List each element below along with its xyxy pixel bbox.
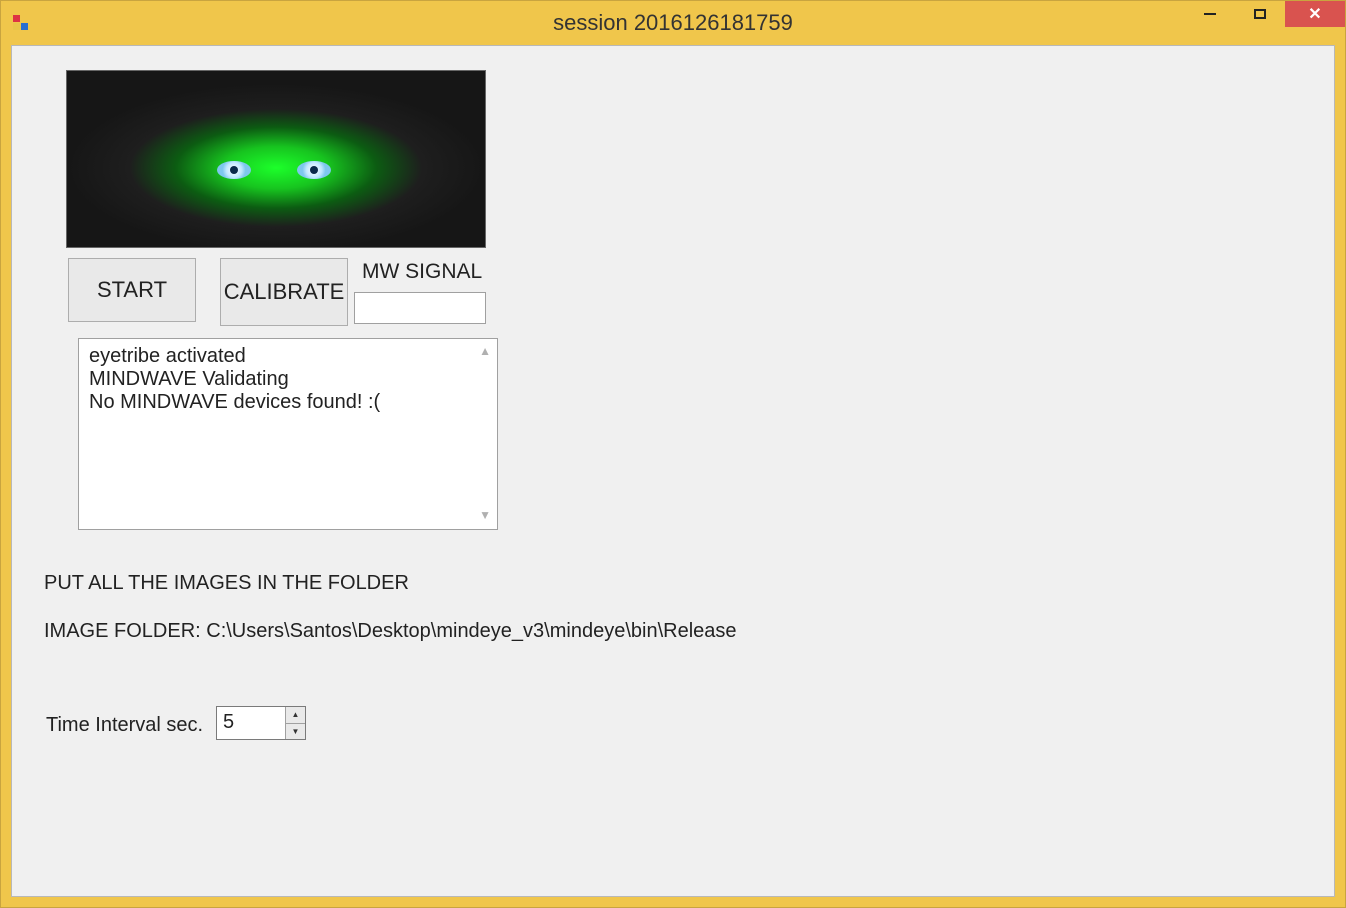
time-interval-label: Time Interval sec. (46, 714, 203, 737)
log-content: eyetribe activated MINDWAVE Validating N… (89, 345, 380, 413)
window-controls: ✕ (1185, 1, 1345, 31)
image-folder-path: IMAGE FOLDER: C:\Users\Santos\Desktop\mi… (44, 620, 737, 643)
window-title: session 2016126181759 (1, 10, 1345, 36)
stepper-down-button[interactable]: ▼ (286, 723, 305, 740)
app-icon (13, 15, 29, 31)
eye-right-icon (297, 161, 331, 179)
eye-tracker-image (66, 70, 486, 248)
instruction-put-images: PUT ALL THE IMAGES IN THE FOLDER (44, 572, 409, 595)
close-button[interactable]: ✕ (1285, 1, 1345, 27)
mw-signal-input[interactable] (354, 292, 486, 324)
scroll-up-icon[interactable]: ▲ (479, 345, 491, 359)
titlebar[interactable]: session 2016126181759 ✕ (1, 1, 1345, 45)
calibrate-button[interactable]: CALIBRATE (220, 258, 348, 326)
time-interval-value[interactable]: 5 (217, 707, 285, 739)
app-window: session 2016126181759 ✕ START CALIBRATE … (0, 0, 1346, 908)
log-textarea[interactable]: eyetribe activated MINDWAVE Validating N… (78, 338, 498, 530)
eye-left-icon (217, 161, 251, 179)
minimize-button[interactable] (1185, 1, 1235, 27)
scroll-down-icon[interactable]: ▼ (479, 509, 491, 523)
maximize-button[interactable] (1235, 1, 1285, 27)
start-button[interactable]: START (68, 258, 196, 322)
mw-signal-label: MW SIGNAL (362, 260, 482, 284)
client-area: START CALIBRATE MW SIGNAL eyetribe activ… (11, 45, 1335, 897)
stepper-up-button[interactable]: ▲ (286, 707, 305, 723)
time-interval-stepper[interactable]: 5 ▲ ▼ (216, 706, 306, 740)
